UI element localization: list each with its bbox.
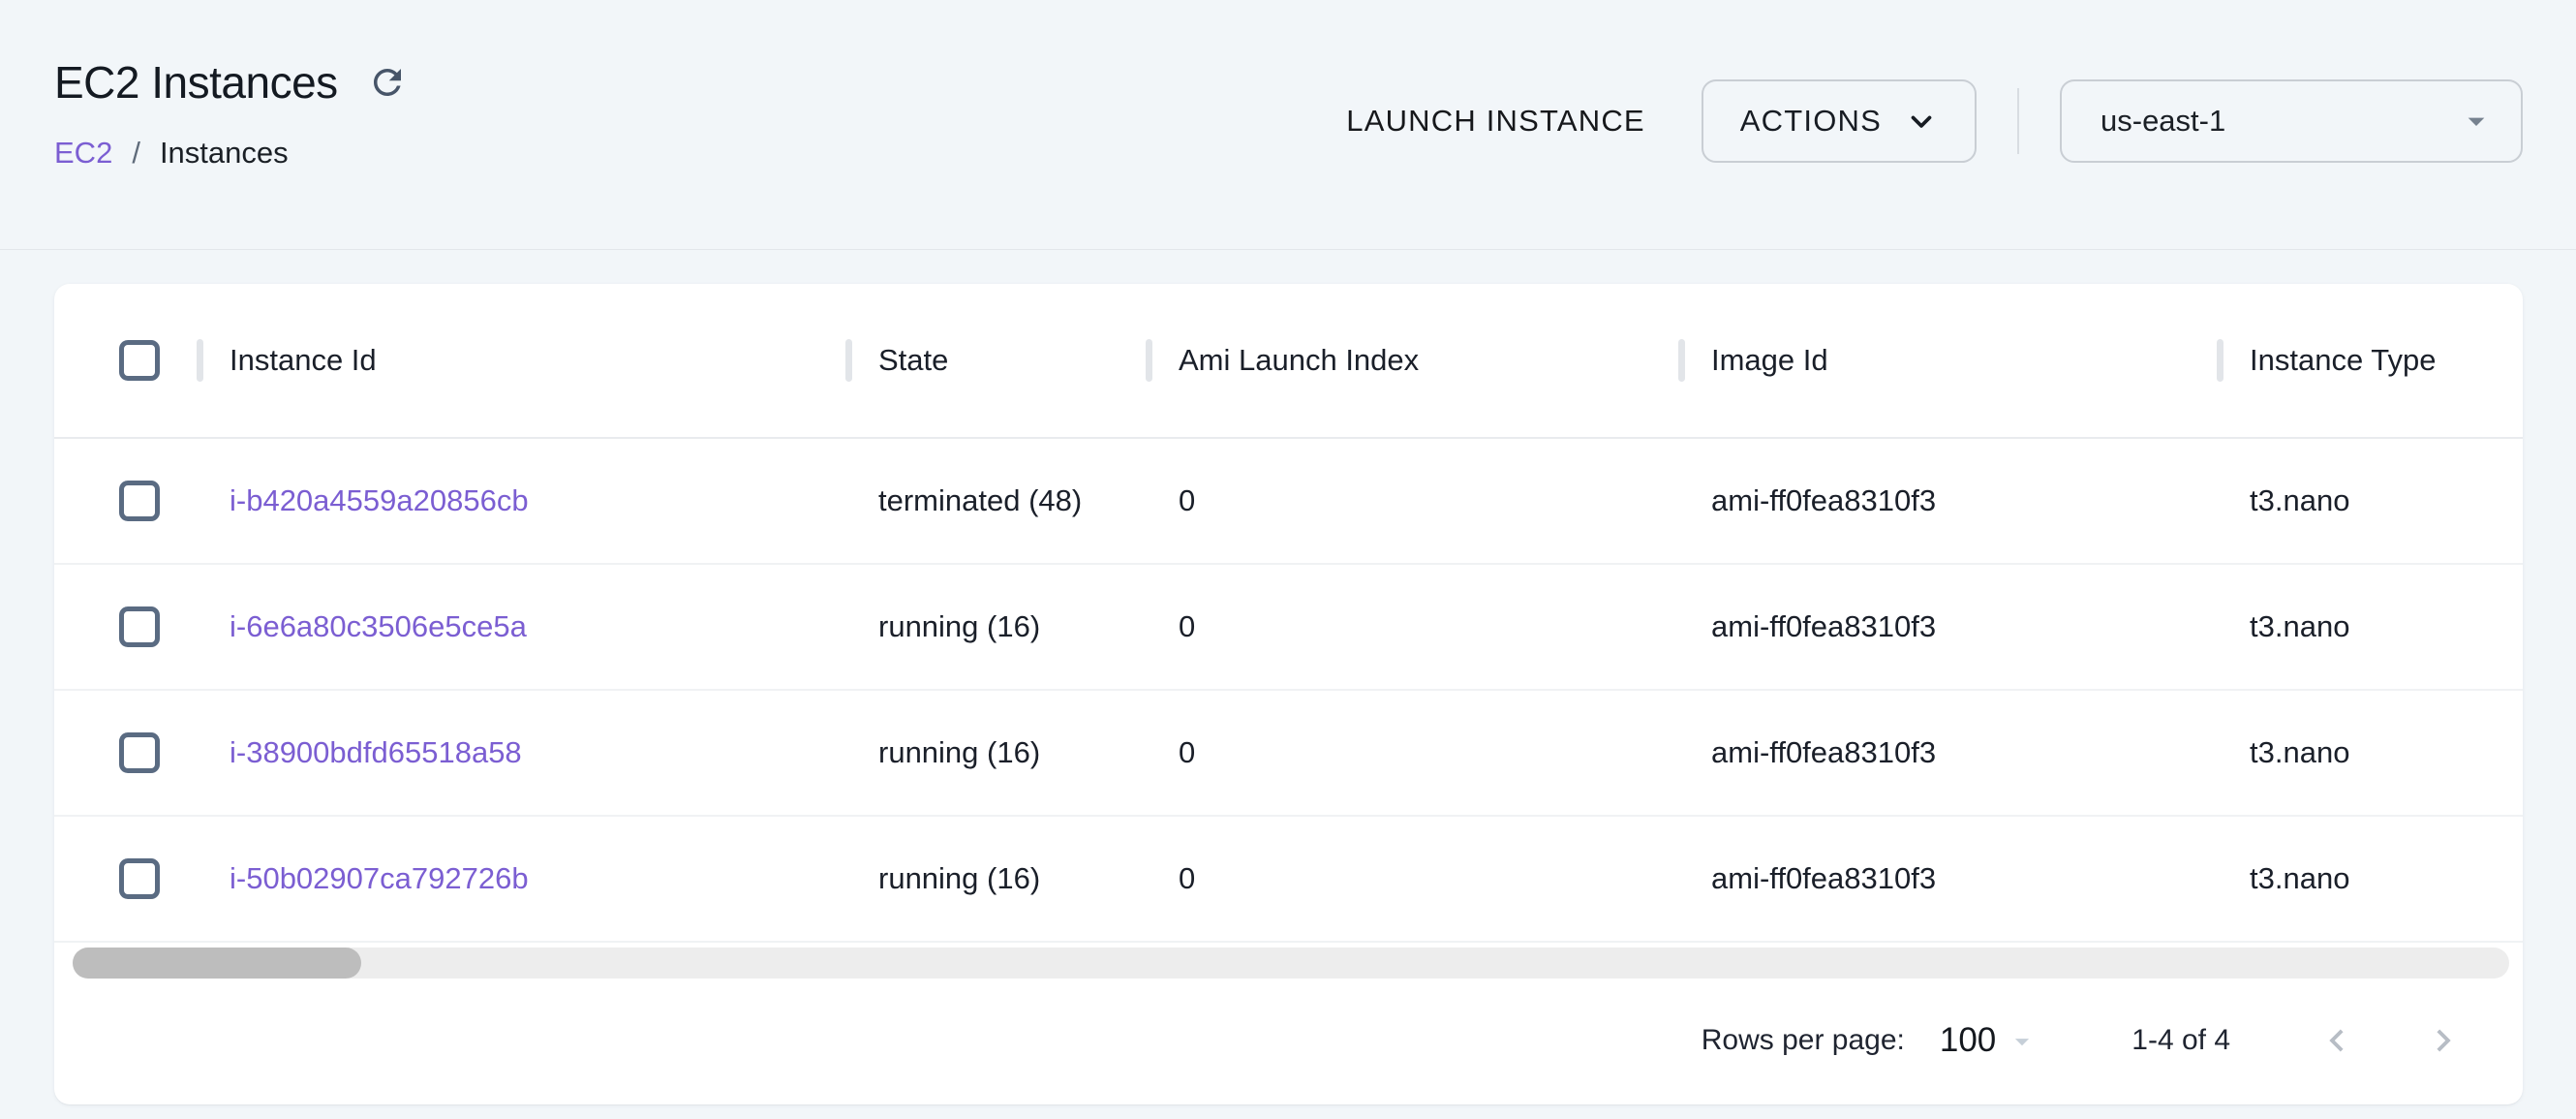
cell-ami-launch-index: 0 [1149,861,1681,896]
instance-id-link[interactable]: i-38900bdfd65518a58 [230,735,522,769]
column-resize-handle[interactable] [1146,339,1152,382]
region-select[interactable]: us-east-1 [2060,79,2523,163]
cell-ami-launch-index: 0 [1149,735,1681,770]
cell-image-id: ami-ff0fea8310f3 [1681,861,2220,896]
cell-instance-id: i-6e6a80c3506e5ce5a [199,609,848,644]
rows-per-page-label: Rows per page: [1702,1024,1905,1057]
cell-instance-type: t3.nano [2220,861,2523,896]
launch-instance-button[interactable]: LAUNCH INSTANCE [1346,104,1645,139]
region-select-value: us-east-1 [2101,104,2225,139]
row-checkbox[interactable] [119,732,160,773]
column-resize-handle[interactable] [2217,339,2223,382]
pagination-bar: Rows per page: 100 1-4 of 4 [54,979,2523,1103]
cell-instance-type: t3.nano [2220,483,2523,518]
column-header-label: Instance Type [2250,343,2436,377]
rows-per-page-value: 100 [1940,1021,1996,1060]
actions-button[interactable]: ACTIONS [1702,79,1977,163]
breadcrumb-link-ec2[interactable]: EC2 [54,136,112,171]
chevron-left-icon [2315,1018,2359,1063]
column-header-label: Instance Id [230,343,377,377]
row-checkbox[interactable] [119,858,160,899]
row-checkbox-cell [54,858,199,899]
page-title: EC2 Instances [54,56,338,109]
cell-state: running (16) [848,735,1149,770]
chevron-down-icon [1905,105,1938,138]
pagination-range-label: 1-4 of 4 [2131,1024,2230,1057]
next-page-button[interactable] [2420,1017,2467,1064]
column-header-label: State [878,343,948,377]
table-row: i-6e6a80c3506e5ce5a running (16) 0 ami-f… [54,565,2523,691]
column-resize-handle[interactable] [845,339,852,382]
select-all-checkbox[interactable] [119,340,160,381]
cell-state: terminated (48) [848,483,1149,518]
cell-instance-id: i-50b02907ca792726b [199,861,848,896]
cell-instance-id: i-b420a4559a20856cb [199,483,848,518]
page-header: EC2 Instances EC2 / Instances LAUNCH INS… [0,0,2576,250]
horizontal-scrollbar-thumb[interactable] [73,948,361,979]
refresh-button[interactable] [367,62,408,103]
instance-id-link[interactable]: i-6e6a80c3506e5ce5a [230,609,527,643]
cell-image-id: ami-ff0fea8310f3 [1681,609,2220,644]
cell-image-id: ami-ff0fea8310f3 [1681,735,2220,770]
cell-image-id: ami-ff0fea8310f3 [1681,483,2220,518]
instances-table-card: Instance Id State Ami Launch Index Image… [54,284,2523,1104]
cell-state: running (16) [848,609,1149,644]
row-checkbox-cell [54,732,199,773]
table-header-row: Instance Id State Ami Launch Index Image… [54,284,2523,439]
table-row: i-38900bdfd65518a58 running (16) 0 ami-f… [54,691,2523,817]
cell-instance-type: t3.nano [2220,609,2523,644]
column-header-label: Ami Launch Index [1179,343,1419,377]
column-header-ami-launch-index[interactable]: Ami Launch Index [1149,343,1681,378]
header-actions: LAUNCH INSTANCE ACTIONS us-east-1 [1346,79,2523,163]
previous-page-button[interactable] [2314,1017,2360,1064]
row-checkbox-cell [54,606,199,647]
cell-instance-type: t3.nano [2220,735,2523,770]
instance-id-link[interactable]: i-50b02907ca792726b [230,861,529,895]
column-resize-handle[interactable] [1678,339,1685,382]
column-header-instance-id[interactable]: Instance Id [199,343,848,378]
breadcrumb-current: Instances [160,136,289,171]
column-header-state[interactable]: State [848,343,1149,378]
cell-state: running (16) [848,861,1149,896]
table-row: i-b420a4559a20856cb terminated (48) 0 am… [54,439,2523,565]
cell-ami-launch-index: 0 [1149,609,1681,644]
instance-id-link[interactable]: i-b420a4559a20856cb [230,483,529,517]
row-checkbox-cell [54,481,199,521]
actions-button-label: ACTIONS [1740,104,1882,139]
row-checkbox[interactable] [119,481,160,521]
toolbar-divider [2017,88,2019,154]
column-header-label: Image Id [1711,343,1828,377]
column-header-instance-type[interactable]: Instance Type [2220,343,2523,378]
chevron-right-icon [2421,1018,2466,1063]
refresh-icon [367,62,408,103]
rows-per-page-select[interactable]: 100 [1940,1021,2039,1060]
triangle-down-icon [2006,1025,2039,1060]
column-header-image-id[interactable]: Image Id [1681,343,2220,378]
triangle-down-icon [2457,102,2496,140]
table-header-checkbox-cell [54,340,199,381]
cell-instance-id: i-38900bdfd65518a58 [199,735,848,770]
horizontal-scrollbar-track[interactable] [73,948,2509,979]
row-checkbox[interactable] [119,606,160,647]
column-resize-handle[interactable] [197,339,203,382]
cell-ami-launch-index: 0 [1149,483,1681,518]
table-row: i-50b02907ca792726b running (16) 0 ami-f… [54,817,2523,943]
breadcrumb-separator: / [132,136,140,171]
